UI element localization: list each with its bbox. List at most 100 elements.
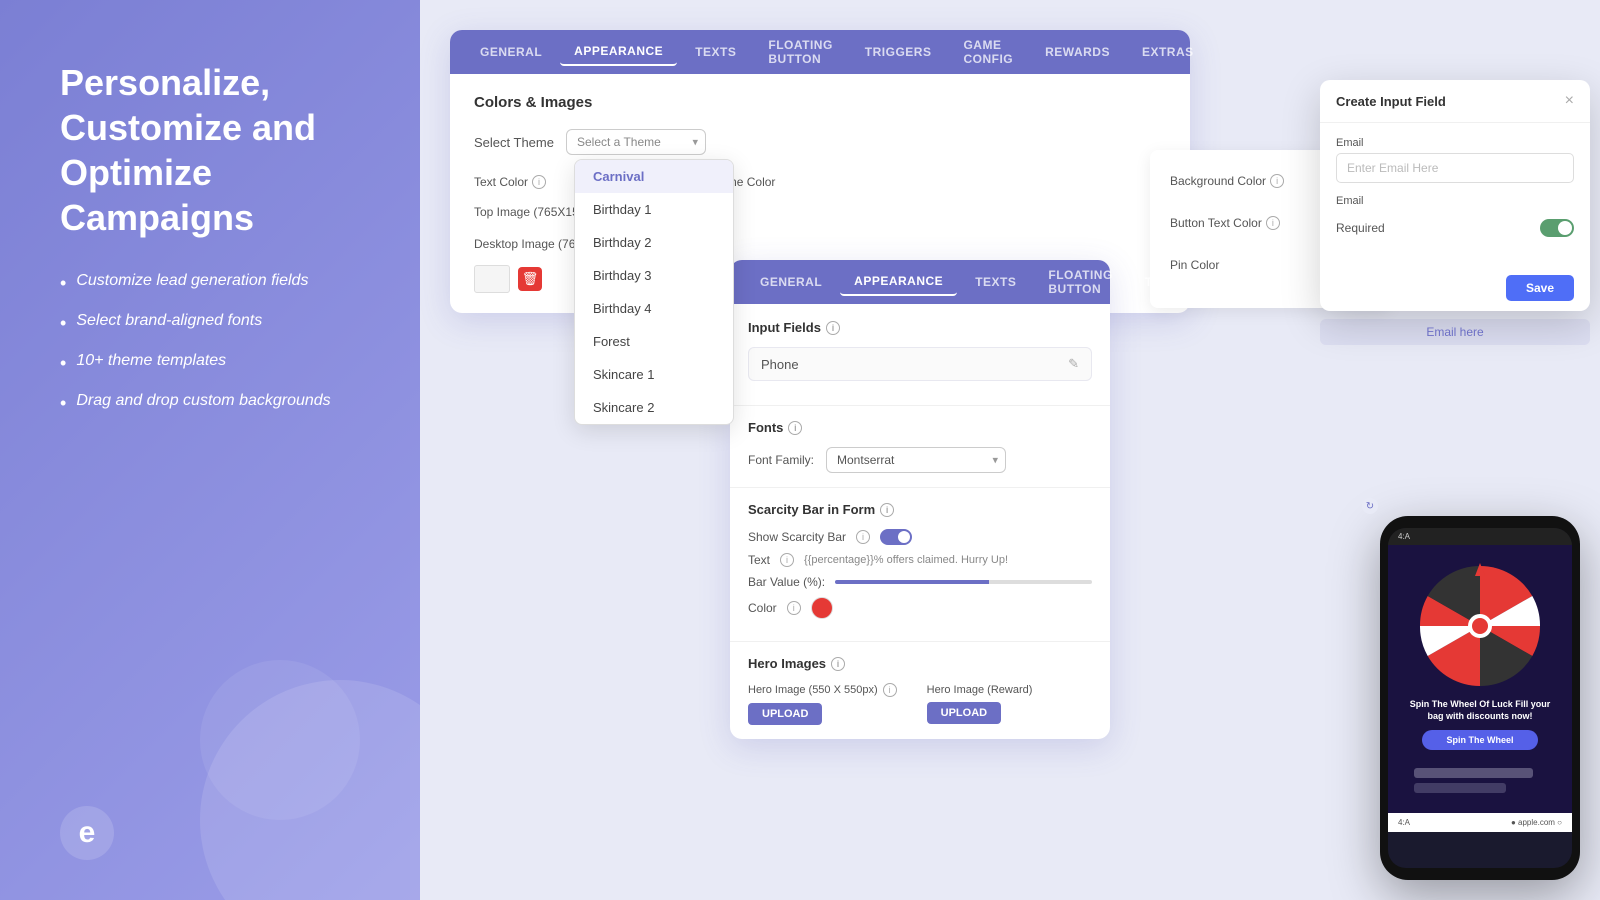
- font-select[interactable]: Montserrat: [826, 447, 1006, 473]
- theme-item-skincare1[interactable]: Skincare 1: [575, 358, 733, 391]
- scarcity-text-info-icon[interactable]: i: [780, 553, 794, 567]
- tab-general[interactable]: GENERAL: [466, 39, 556, 65]
- scarcity-color-info-icon[interactable]: i: [787, 601, 801, 615]
- tab2-floating-button[interactable]: FLOATING BUTTON: [1034, 262, 1126, 302]
- show-scarcity-info-icon[interactable]: i: [856, 530, 870, 544]
- hero-image-label: Hero Image (550 X 550px): [748, 684, 878, 696]
- email-field-label: Email: [1336, 137, 1574, 149]
- theme-select-wrapper[interactable]: Select a Theme: [566, 129, 706, 155]
- phone-status-bar: 4:A: [1388, 528, 1572, 545]
- text-color-label: Text Color: [474, 175, 528, 189]
- theme-item-carnival[interactable]: Carnival: [575, 160, 733, 193]
- tab-game-config[interactable]: GAME CONFIG: [949, 32, 1027, 72]
- delete-image-btn[interactable]: 🗑: [518, 267, 542, 291]
- text-color-info-icon[interactable]: i: [532, 175, 546, 189]
- logo-icon: e: [60, 806, 114, 860]
- btn-text-color-info-icon[interactable]: i: [1266, 216, 1280, 230]
- phone-field-label: Phone: [761, 357, 799, 372]
- wheel-area: Spin The Wheel Of Luck Fill your bag wit…: [1388, 545, 1572, 813]
- hero-image-info-icon[interactable]: i: [883, 683, 897, 697]
- wheel-headline: Spin The Wheel Of Luck Fill your bag wit…: [1408, 699, 1552, 722]
- theme-item-birthday2[interactable]: Birthday 2: [575, 226, 733, 259]
- secondary-app-window: GENERAL APPEARANCE TEXTS FLOATING BUTTON…: [730, 260, 1110, 739]
- tab2-game-config[interactable]: GAME CONFIG: [1229, 262, 1307, 302]
- required-label: Required: [1336, 221, 1385, 235]
- theme-item-forest[interactable]: Forest: [575, 325, 733, 358]
- type-field-label: Email: [1336, 195, 1574, 207]
- modal-title: Create Input Field: [1336, 94, 1446, 109]
- font-select-wrapper[interactable]: Montserrat: [826, 447, 1006, 473]
- nav-tabs: GENERAL APPEARANCE TEXTS FLOATING BUTTON…: [450, 30, 1190, 74]
- email-hint: Email here: [1320, 319, 1590, 345]
- required-toggle[interactable]: [1540, 219, 1574, 237]
- status-left: 4:A: [1398, 532, 1410, 541]
- font-family-label: Font Family:: [748, 453, 814, 467]
- theme-item-birthday4[interactable]: Birthday 4: [575, 292, 733, 325]
- hero-info-icon[interactable]: i: [831, 657, 845, 671]
- status-bar-left: 4:A: [1398, 818, 1410, 827]
- bullet-item-1: Customize lead generation fields: [60, 272, 380, 294]
- theme-dropdown: Carnival Birthday 1 Birthday 2 Birthday …: [574, 159, 734, 425]
- required-row: Required: [1336, 219, 1574, 237]
- input-fields-info-icon[interactable]: i: [826, 321, 840, 335]
- modal-save-btn[interactable]: Save: [1506, 275, 1574, 301]
- hero-images-title: Hero Images i: [748, 656, 1092, 671]
- wheel-text-overlay: Spin The Wheel Of Luck Fill your bag wit…: [1398, 691, 1562, 758]
- spin-button[interactable]: Spin The Wheel: [1422, 730, 1537, 750]
- background-color-label: Background Color: [1170, 174, 1266, 188]
- scarcity-color-row: Color i: [748, 597, 1092, 619]
- modal-close-icon[interactable]: ×: [1565, 92, 1574, 110]
- show-scarcity-row: Show Scarcity Bar i: [748, 529, 1092, 545]
- hero-images-section: Hero Images i Hero Image (550 X 550px) i…: [730, 641, 1110, 739]
- hero-upload-row: Hero Image (550 X 550px) i UPLOAD Hero I…: [748, 683, 1092, 725]
- hero-reward-upload-btn[interactable]: UPLOAD: [927, 702, 1001, 724]
- bg-color-info-icon[interactable]: i: [1270, 174, 1284, 188]
- tab2-appearance[interactable]: APPEARANCE: [840, 268, 957, 296]
- bar-value-slider[interactable]: [835, 580, 1092, 584]
- theme-item-skincare2[interactable]: Skincare 2: [575, 391, 733, 424]
- select-theme-label: Select Theme: [474, 135, 554, 150]
- phone-mockup: ↻ 4:A: [1380, 516, 1580, 880]
- left-panel: Personalize, Customize and Optimize Camp…: [0, 0, 420, 900]
- tab-triggers[interactable]: TRIGGERS: [851, 39, 946, 65]
- tab2-texts[interactable]: TEXTS: [961, 269, 1030, 295]
- tab-floating-button[interactable]: FLOATING BUTTON: [754, 32, 846, 72]
- scarcity-toggle[interactable]: [880, 529, 912, 545]
- fonts-title: Fonts i: [748, 420, 1092, 435]
- bullet-item-2: Select brand-aligned fonts: [60, 312, 380, 334]
- email-input[interactable]: [1336, 153, 1574, 183]
- tab2-general[interactable]: GENERAL: [746, 269, 836, 295]
- tab-rewards[interactable]: REWARDS: [1031, 39, 1124, 65]
- hero-reward-group: Hero Image (Reward) UPLOAD: [927, 684, 1033, 724]
- status-bar-center: ● apple.com ○: [1511, 818, 1562, 827]
- tab-appearance[interactable]: APPEARANCE: [560, 38, 677, 66]
- top-image-label: Top Image (765X150): [474, 205, 589, 219]
- scarcity-color-label: Color: [748, 601, 777, 615]
- select-theme-row: Select Theme Select a Theme Carnival Bir…: [474, 129, 1166, 155]
- scarcity-text-row: Text i {{percentage}}% offers claimed. H…: [748, 553, 1092, 567]
- tab-extras[interactable]: EXTRAS: [1128, 39, 1208, 65]
- fonts-info-icon[interactable]: i: [788, 421, 802, 435]
- logo-area: e: [60, 806, 380, 860]
- font-family-row: Font Family: Montserrat: [748, 447, 1092, 473]
- image-thumbnail: [474, 265, 510, 293]
- hero-upload-btn[interactable]: UPLOAD: [748, 703, 822, 725]
- theme-select[interactable]: Select a Theme: [566, 129, 706, 155]
- input-fields-title: Input Fields i: [748, 320, 1092, 335]
- theme-item-birthday1[interactable]: Birthday 1: [575, 193, 733, 226]
- scarcity-color-swatch[interactable]: [811, 597, 833, 619]
- fonts-section: Fonts i Font Family: Montserrat: [730, 405, 1110, 487]
- phone-edit-icon[interactable]: ✎: [1068, 356, 1079, 372]
- theme-item-birthday3[interactable]: Birthday 3: [575, 259, 733, 292]
- refresh-indicator: ↻: [1362, 498, 1378, 514]
- button-text-color-label: Button Text Color: [1170, 216, 1262, 230]
- tab2-triggers[interactable]: TRIGGERS: [1131, 269, 1226, 295]
- main-heading: Personalize, Customize and Optimize Camp…: [60, 60, 380, 240]
- tab-texts[interactable]: TEXTS: [681, 39, 750, 65]
- refresh-icon[interactable]: ↻: [1362, 498, 1378, 514]
- bar-value-row: Bar Value (%):: [748, 575, 1092, 589]
- scarcity-info-icon[interactable]: i: [880, 503, 894, 517]
- show-scarcity-label: Show Scarcity Bar: [748, 530, 846, 544]
- bullet-item-4: Drag and drop custom backgrounds: [60, 392, 380, 414]
- scarcity-text-value: {{percentage}}% offers claimed. Hurry Up…: [804, 554, 1008, 566]
